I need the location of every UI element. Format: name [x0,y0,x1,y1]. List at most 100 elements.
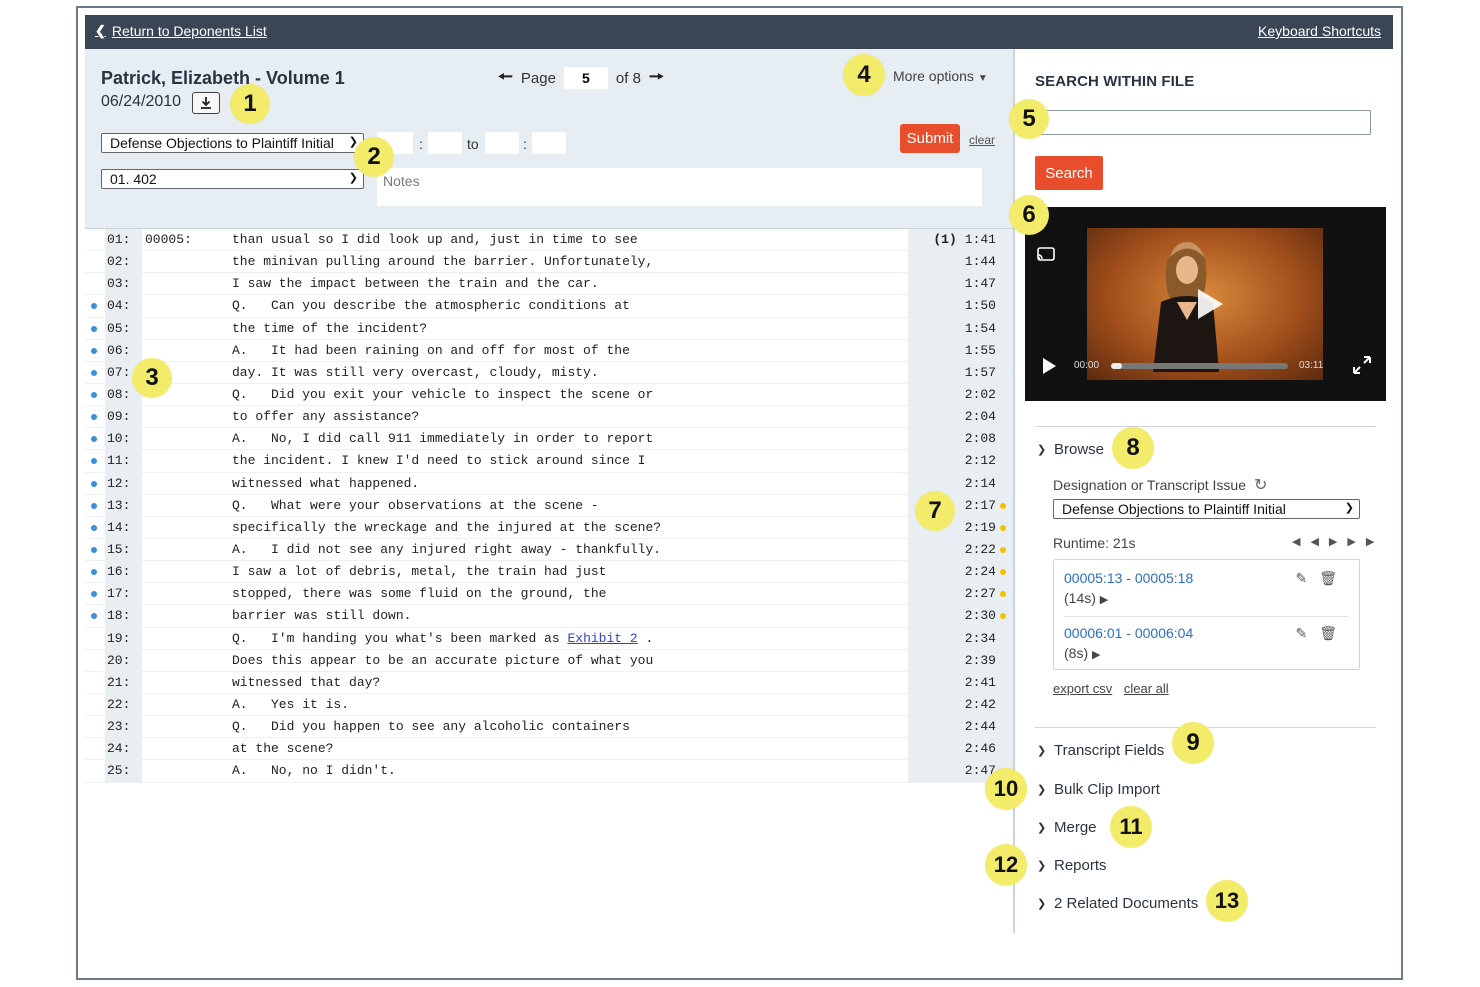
runtime-label: Runtime: 21s [1053,535,1136,551]
section-reports[interactable]: ❯ Reports [1037,857,1107,874]
timecode-value: 2:41 [964,674,996,690]
line-text: day. It was still very overcast, cloudy,… [232,362,599,384]
return-to-deponents-link[interactable]: ❮ Return to Deponents List [95,23,267,39]
transcript-line[interactable]: 01: 00005: than usual so I did look up and… [85,229,1013,252]
timecode-value: 2:08 [964,431,996,447]
designation-select[interactable]: Defense Objections to Plaintiff Initial … [101,133,364,153]
line-text-value: I saw the impact between the train and t… [232,276,599,292]
clear-link[interactable]: clear [969,133,995,147]
transcript-line[interactable]: 20: Does this appear to be an accurate pi… [85,649,1013,672]
chevron-right-icon: ❯ [1037,822,1047,834]
notes-field[interactable]: Notes [377,168,982,206]
browse-section-toggle[interactable]: ❯ Browse [1037,441,1104,458]
play-all-icon[interactable]: ▶ [1329,536,1347,548]
transcript-line[interactable]: 10: A. No, I did call 911 immediately in … [85,428,1013,451]
search-heading: SEARCH WITHIN FILE [1035,73,1195,90]
transcript-line[interactable]: 07: day. It was still very overcast, clou… [85,361,1013,384]
video-player[interactable]: 00:00 03:11 [1025,207,1386,401]
keyboard-shortcuts-link[interactable]: Keyboard Shortcuts [1258,23,1381,39]
transcript-line[interactable]: 25: A. No, no I didn't. 2:47 [85,760,1013,783]
play-clip-icon[interactable]: ▶ [1092,649,1100,661]
transcript-line[interactable]: 11: the incident. I knew I'd need to stic… [85,450,1013,473]
page-number-input[interactable] [563,67,608,89]
edit-icon[interactable]: ✎ [1295,625,1319,641]
designation-dot-icon [91,480,97,487]
line-text-value: witnessed that day? [232,674,381,690]
section-merge[interactable]: ❯ Merge [1037,819,1097,836]
issue-select[interactable]: 01. 402 ❯ [101,169,364,189]
line-text-value: the minivan pulling around the barrier. … [232,254,654,270]
line-text-value: Q. I'm handing you what's been marked as [232,630,568,646]
trash-icon[interactable]: 🗑 [1319,570,1349,586]
line-text: witnessed what happened. [232,473,419,495]
search-input[interactable] [1035,110,1371,135]
transcript-line[interactable]: 22: A. Yes it is. 2:42 [85,693,1013,717]
clear-all-link[interactable]: clear all [1124,681,1169,696]
next-page-arrow-icon[interactable]: 🠖 [649,64,664,93]
prev-page-arrow-icon[interactable]: 🠔 [498,64,513,93]
timecode: 1:55 [908,339,1013,362]
play-icon[interactable] [1041,357,1057,375]
trash-icon[interactable]: 🗑 [1319,625,1349,641]
transcript-line[interactable]: 23: Q. Did you happen to see any alcoholi… [85,716,1013,739]
line-number: 16: [105,561,142,584]
transcript-line[interactable]: 19: Q. I'm handing you what's been marked… [85,627,1013,650]
browse-designation-select[interactable]: Defense Objections to Plaintiff Initial … [1053,499,1360,519]
fast-forward-icon[interactable]: ▶▶ [1347,536,1384,548]
play-overlay-icon[interactable] [1195,287,1225,321]
line-number: 13: [105,494,142,517]
transcript-line[interactable]: 21: witnessed that day? 2:41 [85,671,1013,694]
transcript-line[interactable]: 17: stopped, there was some fluid on the … [85,583,1013,606]
end-page-field[interactable] [485,132,519,154]
transcript-line[interactable]: 04: Q. Can you describe the atmospheric c… [85,295,1013,318]
section-label: Bulk Clip Import [1054,781,1160,798]
line-text: I saw a lot of debris, metal, the train … [232,561,606,583]
play-clip-icon[interactable]: ▶ [1100,594,1108,606]
start-line-field[interactable] [428,132,462,154]
timecode: 2:24 [908,561,1013,584]
transcript-line[interactable]: 18: barrier was still down. 2:30 [85,605,1013,628]
cast-icon[interactable] [1037,247,1055,261]
section-label: Transcript Fields [1054,742,1165,759]
clip-duration: (14s) ▶ [1064,590,1349,606]
fullscreen-icon[interactable] [1352,355,1372,375]
transcript-line[interactable]: 16: I saw a lot of debris, metal, the tra… [85,561,1013,584]
transcript-line[interactable]: 08: Q. Did you exit your vehicle to inspe… [85,383,1013,407]
transcript-line[interactable]: 09: to offer any assistance? 2:04 [85,406,1013,429]
annotation-badge: 8 [1112,427,1154,469]
clip-list-actions: export csv clear all [1053,681,1177,696]
search-button[interactable]: Search [1035,156,1103,190]
rewind-icon[interactable]: ◀◀ [1292,536,1329,548]
export-csv-link[interactable]: export csv [1053,681,1112,696]
transcript-line[interactable]: 03: I saw the impact between the train an… [85,273,1013,296]
transcript-line[interactable]: 15: A. I did not see any injured right aw… [85,538,1013,562]
transcript-line[interactable]: 14: specifically the wreckage and the inj… [85,516,1013,539]
download-button[interactable] [192,92,220,114]
video-progress-bar[interactable] [1111,363,1288,369]
edit-icon[interactable]: ✎ [1295,570,1319,586]
page-label: Page [520,69,556,87]
submit-button[interactable]: Submit [900,124,960,153]
timecode-value: 2:27 [964,586,996,602]
line-number: 20: [105,649,142,672]
transcript-line[interactable]: 05: the time of the incident? 1:54 [85,317,1013,340]
transcript-line[interactable]: 06: A. It had been raining on and off for… [85,339,1013,362]
line-text-value: Q. Can you describe the atmospheric cond… [232,298,630,314]
more-options-menu[interactable]: More options ▼ [893,68,988,84]
section-related-documents[interactable]: ❯ 2 Related Documents [1037,895,1198,912]
refresh-icon[interactable]: ↻ [1254,475,1267,495]
transcript-line[interactable]: 24: at the scene? 2:46 [85,738,1013,761]
designation-dot-icon [91,414,97,421]
clip-playback-controls: ◀◀▶▶▶ [1292,535,1384,548]
section-transcript-fields[interactable]: ❯ Transcript Fields [1037,742,1164,759]
section-bulk-clip-import[interactable]: ❯ Bulk Clip Import [1037,781,1160,798]
designation-dot-icon [91,502,97,509]
end-line-field[interactable] [532,132,566,154]
annotation-badge: 9 [1172,722,1214,764]
transcript-line[interactable]: 13: Q. What were your observations at the… [85,494,1013,517]
timecode-value: 2:12 [964,453,996,469]
divider [1035,426,1376,427]
transcript-line[interactable]: 12: witnessed what happened. 2:14 [85,472,1013,495]
exhibit-link[interactable]: Exhibit 2 [567,631,637,646]
transcript-line[interactable]: 02: the minivan pulling around the barrie… [85,251,1013,274]
